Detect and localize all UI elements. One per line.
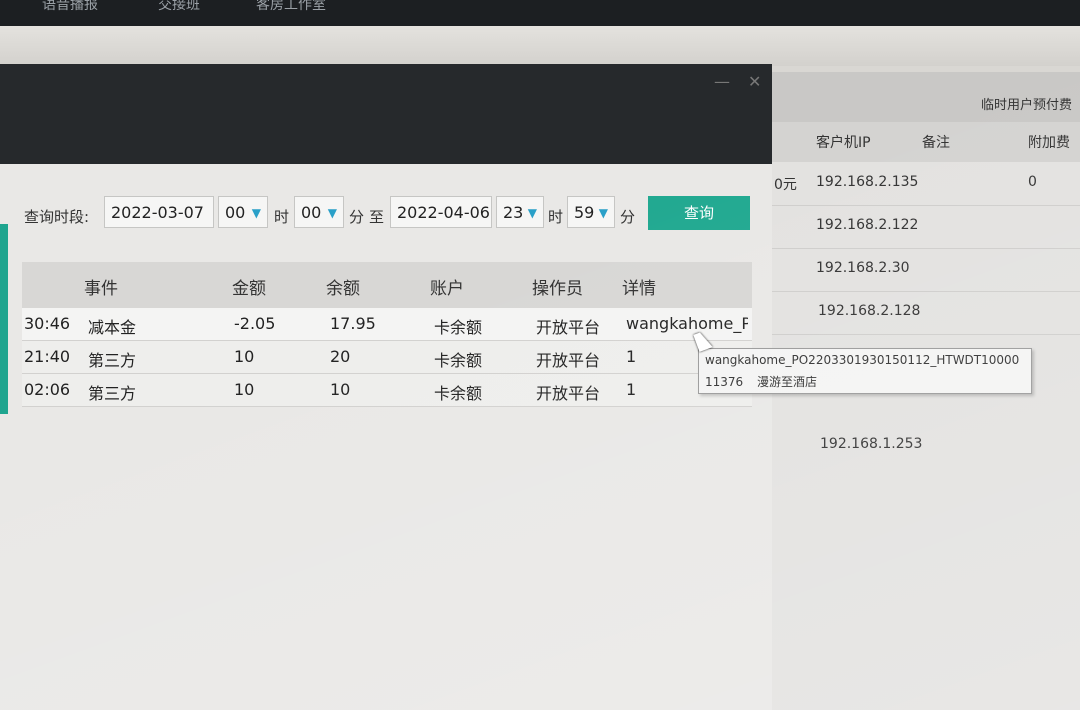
column-remark[interactable]: 备注 xyxy=(922,132,950,152)
cell-operator: 开放平台 xyxy=(536,351,601,370)
query-button[interactable]: 查询 xyxy=(648,196,750,230)
cell-detail[interactable]: 1 xyxy=(626,347,636,366)
header-event[interactable]: 事件 xyxy=(84,274,118,299)
header-account[interactable]: 账户 xyxy=(430,274,464,299)
end-date-input[interactable]: 2022-04-06 xyxy=(390,196,492,228)
background-table-row[interactable]: 192.168.2.30 xyxy=(772,248,1080,292)
dialog-edge-accent xyxy=(0,224,8,414)
cell-event: 第三方 xyxy=(88,351,137,370)
cell-balance: 17.95 xyxy=(330,314,376,333)
background-window-header: 临时用户预付费 xyxy=(772,72,1080,122)
tooltip-text: 漫游至酒店 xyxy=(757,375,818,389)
row-ip: 192.168.1.253 xyxy=(820,436,923,452)
end-minute-select[interactable]: 59 ▼ xyxy=(567,196,615,228)
cell-balance: 20 xyxy=(330,347,351,366)
end-hour-select[interactable]: 23 ▼ xyxy=(496,196,544,228)
taskbar-item-voice[interactable]: 语音播报 xyxy=(42,0,98,14)
account-log-dialog: — ✕ 查询时段: 2022-03-07 00 ▼ 时 00 ▼ 分 至 202… xyxy=(0,64,772,710)
end-hour-value: 23 xyxy=(503,203,524,222)
to-label: 至 xyxy=(369,208,385,226)
minute-unit-label: 分 xyxy=(349,208,365,226)
column-client-ip[interactable]: 客户机IP xyxy=(816,132,871,152)
cell-time: 02:06 xyxy=(24,380,71,399)
background-window-title: 临时用户预付费 xyxy=(980,98,1072,113)
start-hour-value: 00 xyxy=(225,203,246,222)
end-minute-value: 59 xyxy=(574,203,595,222)
tooltip-id: 11376 xyxy=(705,375,744,389)
hour-unit-label: 时 xyxy=(548,208,564,226)
tooltip-line1: wangkahome_PO2203301930150112_HTWDT10000 xyxy=(705,353,1020,367)
table-row[interactable]: 21:40 第三方 10 20 卡余额 开放平台 1 xyxy=(22,341,752,374)
start-minute-value: 00 xyxy=(301,203,322,222)
close-icon[interactable]: ✕ xyxy=(748,72,761,91)
cell-detail[interactable]: wangkahome_PO xyxy=(626,314,748,333)
column-extra-fee[interactable]: 附加费 xyxy=(1028,132,1070,152)
cell-event: 减本金 xyxy=(88,318,137,337)
chevron-down-icon: ▼ xyxy=(251,206,261,220)
chevron-down-icon: ▼ xyxy=(327,206,337,220)
row-prefix: 0元 xyxy=(774,177,797,193)
detail-tooltip: wangkahome_PO2203301930150112_HTWDT10000… xyxy=(698,348,1032,394)
header-amount[interactable]: 金额 xyxy=(232,274,266,299)
top-band xyxy=(0,26,1080,66)
transaction-table: 事件 金额 余额 账户 操作员 详情 30:46 减本金 -2.05 17.95… xyxy=(22,262,752,407)
taskbar-item-room[interactable]: 客房工作室 xyxy=(256,0,326,14)
table-row[interactable]: 30:46 减本金 -2.05 17.95 卡余额 开放平台 wangkahom… xyxy=(22,308,752,341)
header-detail[interactable]: 详情 xyxy=(622,274,656,299)
query-period-label: 查询时段: xyxy=(24,208,90,226)
cell-amount: 10 xyxy=(234,347,255,366)
taskbar: 语音播报 交接班 客房工作室 xyxy=(0,0,1080,26)
background-table-row[interactable]: 0元 192.168.2.135 0 xyxy=(772,162,1080,206)
minute-unit-label: 分 xyxy=(620,208,636,226)
cell-detail[interactable]: 1 xyxy=(626,380,636,399)
cell-balance: 10 xyxy=(330,380,351,399)
start-hour-select[interactable]: 00 ▼ xyxy=(218,196,268,228)
row-ip: 192.168.2.135 xyxy=(816,174,919,190)
header-balance[interactable]: 余额 xyxy=(326,274,360,299)
taskbar-item-handover[interactable]: 交接班 xyxy=(158,0,200,14)
hour-unit-label: 时 xyxy=(274,208,290,226)
cell-account: 卡余额 xyxy=(434,318,483,337)
cell-event: 第三方 xyxy=(88,384,137,403)
table-row[interactable]: 02:06 第三方 10 10 卡余额 开放平台 1 xyxy=(22,374,752,407)
query-bar: 查询时段: 2022-03-07 00 ▼ 时 00 ▼ 分 至 2022-04… xyxy=(0,194,760,238)
background-table-header: 客户机IP 备注 附加费 xyxy=(772,122,1080,162)
minimize-icon[interactable]: — xyxy=(714,72,730,91)
background-table-row[interactable]: 192.168.2.128 xyxy=(772,291,1080,335)
row-extra: 0 xyxy=(1028,174,1037,190)
row-ip: 192.168.2.30 xyxy=(816,260,910,276)
table-header: 事件 金额 余额 账户 操作员 详情 xyxy=(22,262,752,308)
tooltip-line2: 11376 漫游至酒店 xyxy=(705,373,817,390)
cell-time: 21:40 xyxy=(24,347,71,366)
chevron-down-icon: ▼ xyxy=(527,206,537,220)
start-minute-select[interactable]: 00 ▼ xyxy=(294,196,344,228)
dialog-titlebar: — ✕ xyxy=(0,64,772,164)
cell-account: 卡余额 xyxy=(434,384,483,403)
background-table-row[interactable]: 192.168.2.122 xyxy=(772,205,1080,249)
cell-amount: -2.05 xyxy=(234,314,276,333)
background-table-row[interactable]: 192.168.1.253 xyxy=(772,424,1080,467)
cell-account: 卡余额 xyxy=(434,351,483,370)
cell-operator: 开放平台 xyxy=(536,318,601,337)
header-operator[interactable]: 操作员 xyxy=(532,274,583,299)
start-date-input[interactable]: 2022-03-07 xyxy=(104,196,214,228)
row-ip: 192.168.2.128 xyxy=(818,303,921,319)
row-ip: 192.168.2.122 xyxy=(816,217,919,233)
cell-amount: 10 xyxy=(234,380,255,399)
cell-time: 30:46 xyxy=(24,314,71,333)
chevron-down-icon: ▼ xyxy=(598,206,608,220)
cell-operator: 开放平台 xyxy=(536,384,601,403)
